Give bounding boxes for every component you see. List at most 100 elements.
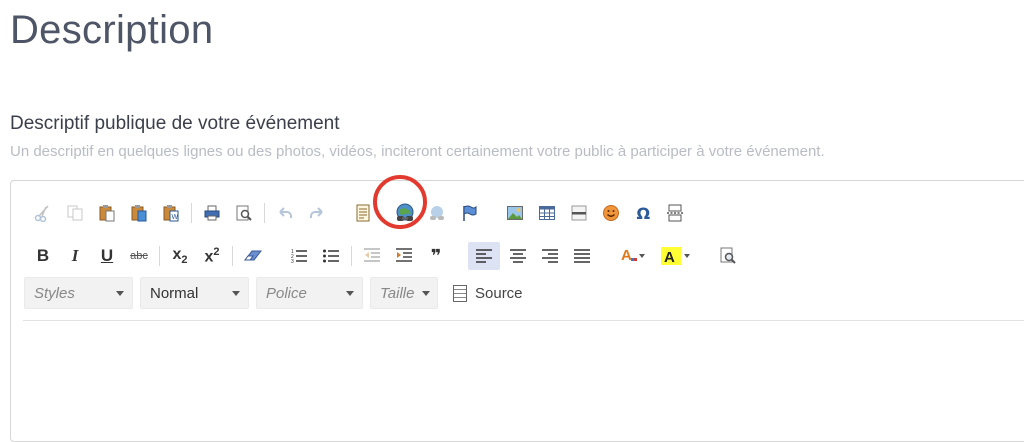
superscript-icon: x2 xyxy=(204,245,220,266)
bulleted-list-icon xyxy=(323,249,339,263)
font-combo-value: Police xyxy=(266,284,307,302)
smiley-button[interactable] xyxy=(597,199,625,227)
svg-text:A: A xyxy=(621,247,632,264)
subscript-icon: x2 xyxy=(172,245,188,267)
bulleted-list-button[interactable] xyxy=(317,242,345,270)
strike-icon: abc xyxy=(130,250,148,262)
copy-button[interactable] xyxy=(61,199,89,227)
source-label: Source xyxy=(475,284,523,302)
quote-icon: ❞ xyxy=(430,245,442,267)
unlink-button[interactable] xyxy=(423,199,451,227)
redo-icon xyxy=(310,207,323,218)
outdent-button[interactable] xyxy=(358,242,386,270)
justify-icon xyxy=(574,249,590,263)
hr-icon xyxy=(571,205,587,221)
find-button[interactable] xyxy=(714,242,742,270)
toolbar-separator xyxy=(232,246,233,266)
field-label: Descriptif publique de votre événement xyxy=(10,113,340,134)
paste-word-icon: W xyxy=(163,205,179,222)
align-left-icon xyxy=(476,249,492,263)
find-icon xyxy=(720,247,736,264)
styles-combo[interactable]: Styles xyxy=(24,277,133,309)
numbered-list-icon: 123 xyxy=(291,249,307,265)
size-combo[interactable]: Taille xyxy=(370,277,438,309)
italic-icon: I xyxy=(71,246,79,265)
templates-button[interactable] xyxy=(349,199,377,227)
outdent-icon xyxy=(364,248,380,262)
background-color-icon: A xyxy=(661,247,690,266)
size-combo-value: Taille xyxy=(380,284,415,302)
toolbar-separator xyxy=(191,203,192,223)
table-button[interactable] xyxy=(533,199,561,227)
scissors-icon xyxy=(34,205,49,222)
undo-button[interactable] xyxy=(271,199,299,227)
page-break-icon xyxy=(667,204,683,222)
source-button[interactable]: Source xyxy=(445,277,531,309)
page-break-button[interactable] xyxy=(661,199,689,227)
format-combo[interactable]: Normal xyxy=(140,277,249,309)
page-title: Description xyxy=(10,8,214,52)
preview-icon xyxy=(236,205,252,221)
toolbar-row-3: Styles Normal Police Taille Source xyxy=(24,277,531,309)
justify-button[interactable] xyxy=(568,242,596,270)
superscript-button[interactable]: x2 xyxy=(198,242,226,270)
bold-button[interactable]: B xyxy=(29,242,57,270)
toolbar-separator xyxy=(264,203,265,223)
indent-button[interactable] xyxy=(390,242,418,270)
globe-link-icon xyxy=(396,203,414,221)
link-button[interactable] xyxy=(391,199,419,227)
anchor-button[interactable] xyxy=(455,199,483,227)
print-button[interactable] xyxy=(198,199,226,227)
paste-word-button[interactable]: W xyxy=(157,199,185,227)
preview-button[interactable] xyxy=(230,199,258,227)
omega-icon: Ω xyxy=(637,204,651,222)
copy-icon xyxy=(67,205,83,221)
redo-button[interactable] xyxy=(303,199,331,227)
image-button[interactable] xyxy=(501,199,529,227)
align-right-icon xyxy=(542,249,558,263)
editor-content-area[interactable] xyxy=(23,323,1024,433)
image-icon xyxy=(507,206,523,220)
underline-icon: U xyxy=(100,246,114,265)
toolbar-separator xyxy=(159,246,160,266)
italic-button[interactable]: I xyxy=(61,242,89,270)
remove-format-button[interactable] xyxy=(239,242,267,270)
flag-icon xyxy=(463,205,477,221)
editor-toolbar: W Ω B I U abc x2 x2 1 2 3 ❞ A A Styles N… xyxy=(11,181,1024,323)
indent-icon xyxy=(396,248,412,262)
field-hint: Un descriptif en quelques lignes ou des … xyxy=(10,143,825,160)
chevron-down-icon xyxy=(232,290,240,296)
source-icon xyxy=(453,284,467,302)
toolbar-divider xyxy=(23,320,1024,321)
align-center-button[interactable] xyxy=(504,242,532,270)
toolbar-row-2: B I U abc x2 x2 123 ❞ A A xyxy=(29,242,746,270)
paste-text-button[interactable] xyxy=(125,199,153,227)
text-color-button[interactable]: A xyxy=(614,242,652,270)
cut-button[interactable] xyxy=(29,199,57,227)
rich-text-editor: W Ω B I U abc x2 x2 1 2 3 ❞ A A Styles N… xyxy=(10,180,1024,442)
align-right-button[interactable] xyxy=(536,242,564,270)
format-combo-value: Normal xyxy=(150,284,199,302)
align-left-button[interactable] xyxy=(468,242,500,270)
blockquote-button[interactable]: ❞ xyxy=(422,242,450,270)
underline-button[interactable]: U xyxy=(93,242,121,270)
align-center-icon xyxy=(510,249,526,263)
eraser-icon xyxy=(243,250,263,261)
svg-text:3: 3 xyxy=(291,259,294,265)
table-icon xyxy=(539,206,555,220)
paste-icon xyxy=(99,205,115,222)
printer-icon xyxy=(204,205,220,221)
template-icon xyxy=(356,204,370,222)
svg-text:W: W xyxy=(172,214,179,221)
subscript-button[interactable]: x2 xyxy=(166,242,194,270)
font-combo[interactable]: Police xyxy=(256,277,363,309)
horizontal-rule-button[interactable] xyxy=(565,199,593,227)
special-char-button[interactable]: Ω xyxy=(629,199,657,227)
chevron-down-icon xyxy=(346,290,354,296)
background-color-button[interactable]: A xyxy=(656,242,696,270)
paste-button[interactable] xyxy=(93,199,121,227)
smiley-icon xyxy=(603,205,619,221)
strike-button[interactable]: abc xyxy=(125,242,153,270)
numbered-list-button[interactable]: 123 xyxy=(285,242,313,270)
styles-combo-value: Styles xyxy=(34,284,75,302)
